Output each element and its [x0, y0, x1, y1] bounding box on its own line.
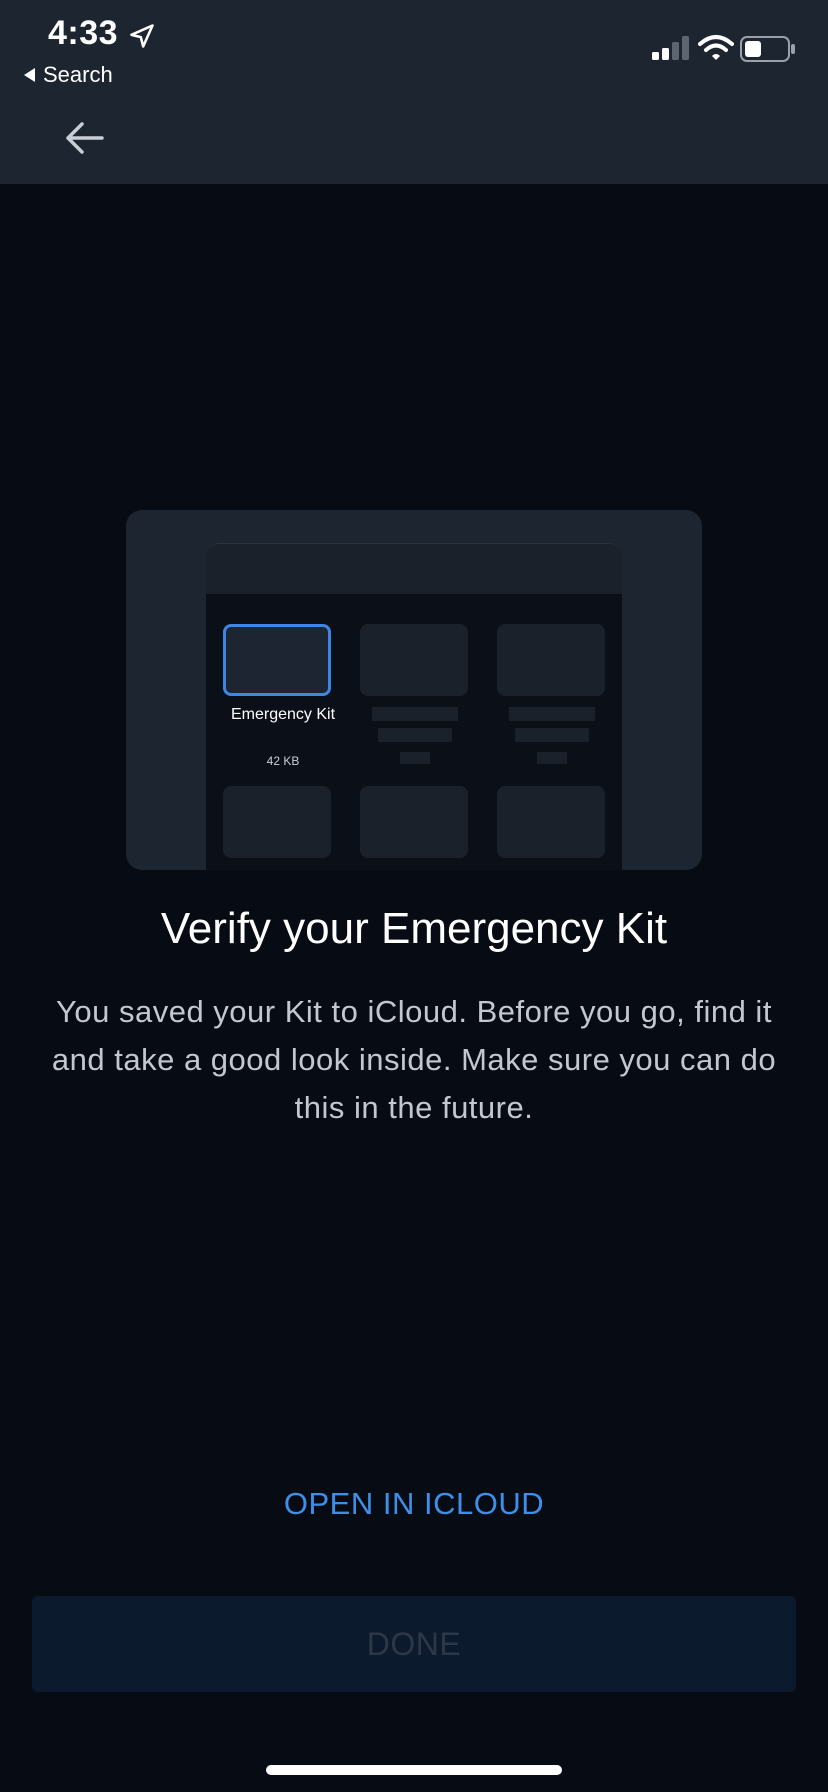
done-button[interactable]: DONE [32, 1596, 796, 1692]
placeholder-tile [360, 786, 468, 858]
placeholder-line [509, 707, 595, 721]
placeholder-line [515, 728, 589, 742]
open-in-icloud-button[interactable]: OPEN IN ICLOUD [0, 1486, 828, 1522]
placeholder-line [378, 728, 452, 742]
placeholder-line [372, 707, 458, 721]
page-title: Verify your Emergency Kit [160, 904, 668, 953]
placeholder-tile [360, 624, 468, 696]
wifi-icon [698, 35, 734, 60]
signal-icon [652, 36, 689, 60]
placeholder-tile [497, 786, 605, 858]
battery-icon [740, 36, 795, 62]
file-name-label: Emergency Kit [230, 706, 336, 723]
illustration-file-browser: Emergency Kit 42 KB [206, 543, 622, 870]
back-app-label: Search [43, 62, 113, 87]
file-icon [223, 624, 331, 696]
placeholder-tile [223, 786, 331, 858]
top-bar: 4:33 Search [0, 0, 828, 184]
placeholder-line [400, 752, 430, 764]
location-arrow-icon [130, 24, 154, 48]
back-to-app-link[interactable]: Search [24, 62, 113, 88]
status-time: 4:33 [48, 14, 119, 52]
home-indicator[interactable] [266, 1765, 562, 1775]
page-description: You saved your Kit to iCloud. Before you… [51, 994, 777, 1125]
placeholder-tile [497, 624, 605, 696]
nav-back-button[interactable] [58, 112, 110, 164]
back-triangle-icon [24, 68, 35, 82]
screen: 4:33 Search Emergency Kit 42 KB Verify y… [0, 0, 828, 1792]
back-arrow-icon [66, 122, 104, 154]
illustration-header [206, 544, 622, 594]
file-size-label: 42 KB [266, 754, 300, 768]
placeholder-line [537, 752, 567, 764]
